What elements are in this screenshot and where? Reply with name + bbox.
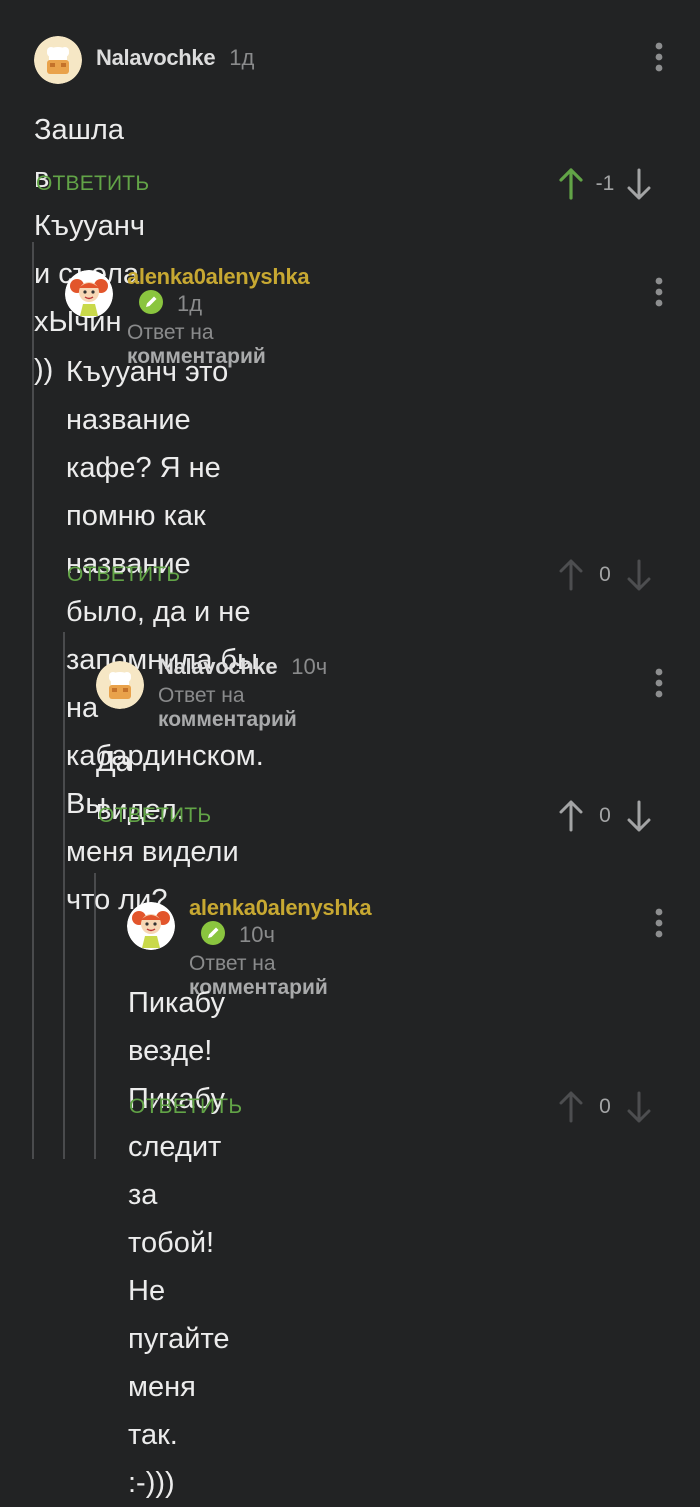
reply-to-link[interactable]: комментарий	[158, 708, 297, 731]
reply-to-prefix: Ответ на	[189, 952, 276, 975]
comment-time: 10ч	[291, 654, 328, 679]
reply-to-prefix: Ответ на	[127, 321, 214, 344]
arrow-up-icon[interactable]	[558, 167, 584, 201]
comment-text-line: Къууанч это название кафе? Я не	[66, 356, 229, 484]
more-vertical-icon[interactable]	[652, 666, 666, 700]
pencil-badge-icon	[201, 921, 225, 945]
comment-text-line: тобой! Не пугайте меня так. :-)))	[128, 1227, 230, 1499]
reply-to-label: Ответ на комментарий	[158, 684, 327, 732]
reply-button[interactable]: ОТВЕТИТЬ	[67, 563, 180, 587]
comment-text: Къууанч это название кафе? Я не помню ка…	[66, 348, 264, 924]
comment-author[interactable]: Nalavochke	[96, 45, 216, 70]
arrow-down-icon[interactable]	[626, 1090, 652, 1124]
vote-score: 0	[599, 563, 611, 586]
vote-score: 0	[599, 804, 611, 827]
comment-time: 1д	[177, 291, 203, 316]
girl-avatar-icon[interactable]	[127, 902, 175, 950]
reply-button[interactable]: ОТВЕТИТЬ	[129, 1095, 242, 1119]
more-vertical-icon[interactable]	[652, 40, 666, 74]
arrow-down-icon[interactable]	[626, 167, 652, 201]
more-vertical-icon[interactable]	[652, 906, 666, 940]
thread-line-level-2	[63, 632, 65, 1159]
reply-button[interactable]: ОТВЕТИТЬ	[98, 804, 211, 828]
vote-score: -1	[595, 172, 615, 195]
more-vertical-icon[interactable]	[652, 275, 666, 309]
arrow-up-icon[interactable]	[558, 799, 584, 833]
arrow-up-icon[interactable]	[558, 1090, 584, 1124]
reply-to-prefix: Ответ на	[158, 684, 245, 707]
comment-author[interactable]: Nalavochke	[158, 654, 278, 679]
girl-avatar-icon[interactable]	[65, 270, 113, 318]
arrow-down-icon[interactable]	[626, 558, 652, 592]
comment-author[interactable]: alenka0alenyshka	[127, 264, 310, 289]
vote-score: 0	[599, 1095, 611, 1118]
chef-hat-avatar-icon[interactable]	[96, 661, 144, 709]
reply-button[interactable]: ОТВЕТИТЬ	[36, 172, 149, 196]
comment-time: 1д	[229, 45, 255, 70]
pencil-badge-icon	[139, 290, 163, 314]
arrow-down-icon[interactable]	[626, 799, 652, 833]
comment-text: Пикабу везде! Пикабу следит за тобой! Не…	[128, 979, 230, 1507]
arrow-up-icon[interactable]	[558, 558, 584, 592]
comment-author[interactable]: alenka0alenyshka	[189, 895, 372, 920]
comment-time: 10ч	[239, 922, 275, 947]
chef-hat-avatar-icon[interactable]	[34, 36, 82, 84]
